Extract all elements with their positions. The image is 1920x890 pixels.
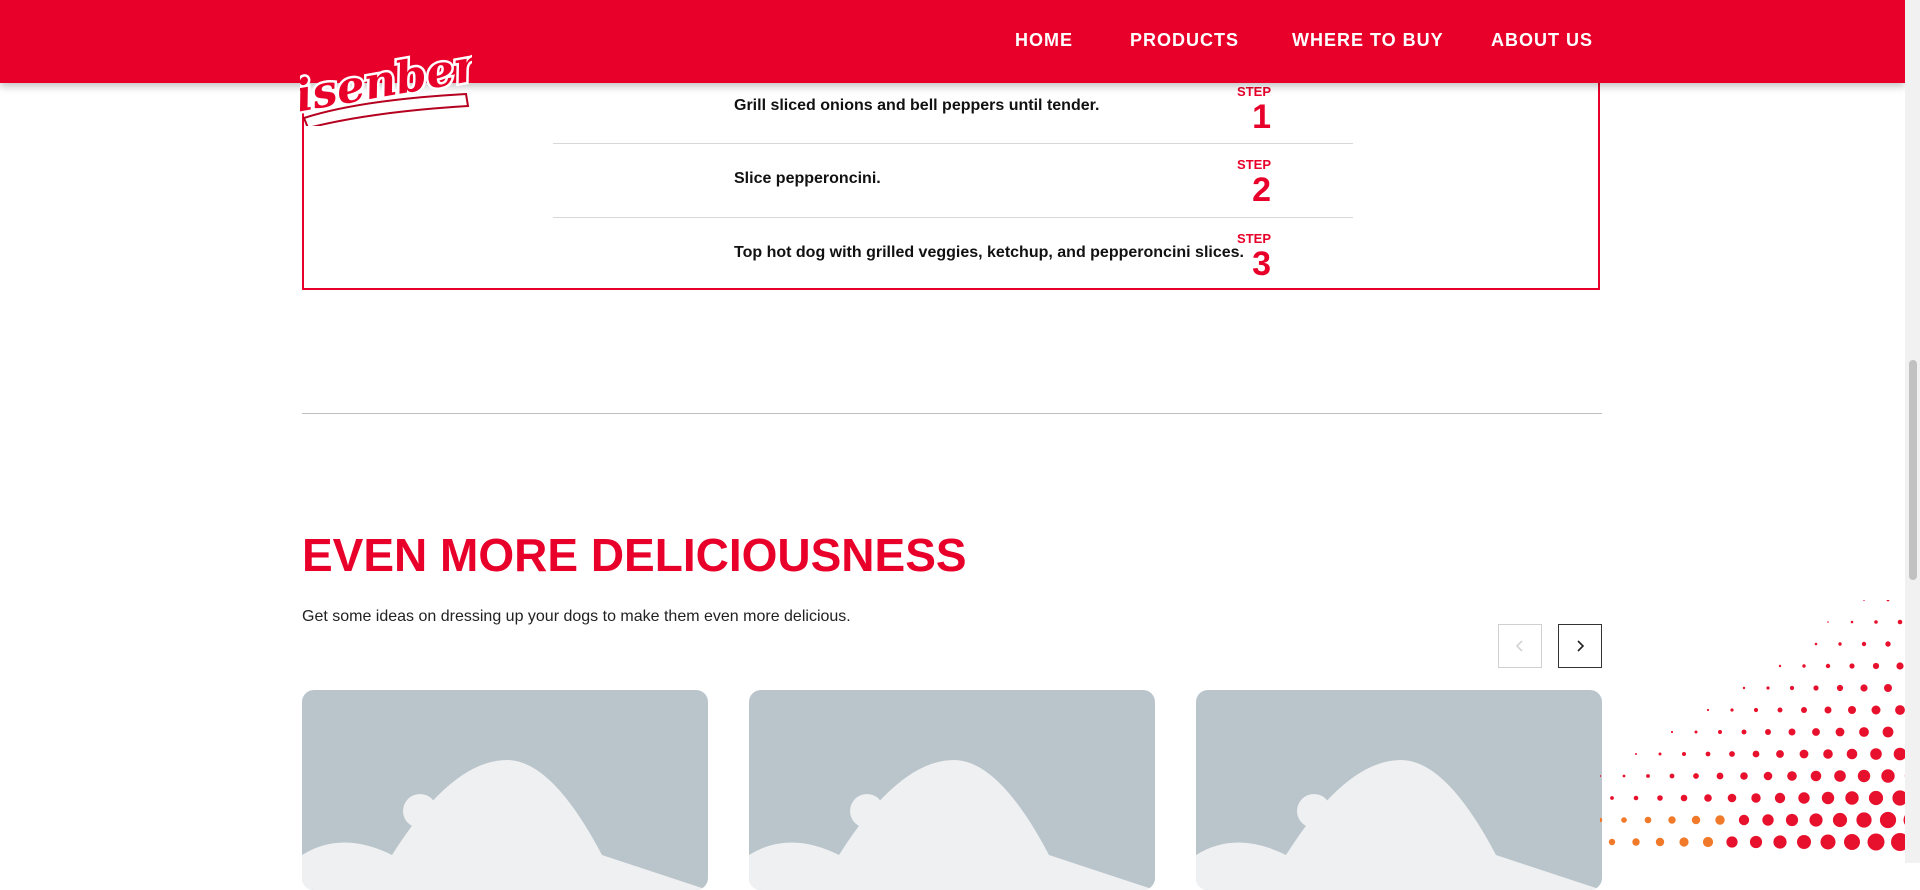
chevron-left-icon [1514,639,1526,653]
recipe-card[interactable] [1196,690,1602,890]
step-divider [553,217,1353,218]
step-text: Slice pepperoncini. [734,170,881,188]
step-label: STEP [1211,157,1271,172]
eisenberg-logo[interactable]: Eisenberg [300,48,472,126]
scrollbar-thumb[interactable] [1909,360,1917,580]
nav-about-us[interactable]: ABOUT US [1491,30,1593,51]
recipe-card[interactable] [749,690,1155,890]
step-divider [553,143,1353,144]
section-divider [302,413,1602,414]
image-placeholder-icon [302,690,708,890]
image-placeholder-icon [1196,690,1602,890]
chevron-right-icon [1574,639,1586,653]
step-label: STEP [1211,84,1271,99]
image-placeholder-icon [749,690,1155,890]
step-number: 1 [1211,100,1271,134]
nav-home[interactable]: HOME [1015,30,1073,51]
main-nav: HOME PRODUCTS WHERE TO BUY ABOUT US [0,0,1905,83]
step-text: Top hot dog with grilled veggies, ketchu… [734,244,1244,262]
section-subtitle: Get some ideas on dressing up your dogs … [302,608,851,626]
step-text: Grill sliced onions and bell peppers unt… [734,97,1099,115]
site-header: HOME PRODUCTS WHERE TO BUY ABOUT US [0,0,1905,83]
section-title: EVEN MORE DELICIOUSNESS [302,528,967,582]
carousel-prev-button[interactable] [1498,624,1542,668]
page-scrollbar[interactable] [1905,0,1920,863]
nav-where-to-buy[interactable]: WHERE TO BUY [1292,30,1444,51]
nav-products[interactable]: PRODUCTS [1130,30,1239,51]
recipe-card[interactable] [302,690,708,890]
step-number: 2 [1211,173,1271,207]
decorative-dots [1600,600,1920,863]
carousel-next-button[interactable] [1558,624,1602,668]
